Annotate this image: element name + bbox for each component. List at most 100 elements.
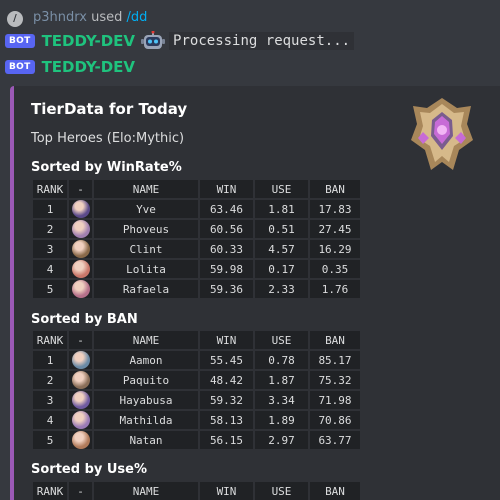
hero-name-cell: Hayabusa: [94, 391, 198, 409]
ban-cell: 75.32: [310, 371, 360, 389]
use-cell: 2.33: [255, 280, 308, 298]
col-ban-header: BAN: [310, 482, 360, 500]
win-cell: 59.32: [200, 391, 253, 409]
col-win-header: WIN: [200, 331, 253, 349]
use-cell: 1.81: [255, 200, 308, 218]
col-name-header: NAME: [94, 180, 198, 198]
bot-message-header-1: BOT TEDDY-DEV Processing request...: [5, 30, 355, 52]
hero-avatar[interactable]: [71, 200, 90, 218]
hero-name-cell: Natan: [94, 431, 198, 449]
table-header-row: RANK - NAME WIN USE BAN: [33, 482, 360, 500]
col-ban-header: BAN: [310, 180, 360, 198]
hero-avatar[interactable]: [71, 351, 90, 369]
hero-avatar[interactable]: [71, 371, 90, 389]
hero-avatar[interactable]: [71, 431, 90, 449]
win-cell: 59.98: [200, 260, 253, 278]
rank-cell: 2: [33, 371, 67, 389]
table-row: 2 Paquito 48.42 1.87 75.32: [33, 371, 360, 389]
ban-cell: 16.29: [310, 240, 360, 258]
hero-avatar-cell: [69, 220, 92, 238]
hero-name-cell: Phoveus: [94, 220, 198, 238]
table-header-row: RANK - NAME WIN USE BAN: [33, 331, 360, 349]
table-header-row: RANK - NAME WIN USE BAN: [33, 180, 360, 198]
hero-name-cell: Lolita: [94, 260, 198, 278]
bot-message-header-2: BOT TEDDY-DEV: [5, 56, 135, 78]
processing-status: Processing request...: [169, 32, 355, 50]
hero-avatar[interactable]: [71, 240, 90, 258]
section-title-ban: Sorted by BAN: [31, 312, 138, 327]
table-row: 3 Clint 60.33 4.57 16.29: [33, 240, 360, 258]
winrate-table: RANK - NAME WIN USE BAN 1 Yve 63.46 1.81 17.…: [31, 178, 362, 300]
table-row: 4 Lolita 59.98 0.17 0.35: [33, 260, 360, 278]
bot-username[interactable]: TEDDY-DEV: [42, 32, 135, 50]
rank-cell: 5: [33, 280, 67, 298]
table-row: 1 Aamon 55.45 0.78 85.17: [33, 351, 360, 369]
hero-name-cell: Clint: [94, 240, 198, 258]
table-row: 5 Rafaela 59.36 2.33 1.76: [33, 280, 360, 298]
col-avatar-header: -: [69, 180, 92, 198]
ban-cell: 85.17: [310, 351, 360, 369]
embed-title: TierData for Today: [31, 100, 188, 118]
ban-cell: 70.86: [310, 411, 360, 429]
col-ban-header: BAN: [310, 331, 360, 349]
use-cell: 0.17: [255, 260, 308, 278]
col-use-header: USE: [255, 331, 308, 349]
col-name-header: NAME: [94, 482, 198, 500]
win-cell: 60.56: [200, 220, 253, 238]
use-cell: 4.57: [255, 240, 308, 258]
hero-name-cell: Paquito: [94, 371, 198, 389]
ban-cell: 17.83: [310, 200, 360, 218]
rank-cell: 2: [33, 220, 67, 238]
hero-name-cell: Aamon: [94, 351, 198, 369]
hero-avatar[interactable]: [71, 220, 90, 238]
reply-command[interactable]: /dd: [127, 10, 148, 25]
table-row: 1 Yve 63.46 1.81 17.83: [33, 200, 360, 218]
use-cell: 1.89: [255, 411, 308, 429]
hero-name-cell: Mathilda: [94, 411, 198, 429]
hero-avatar[interactable]: [71, 280, 90, 298]
mythic-emblem-icon[interactable]: [409, 96, 475, 174]
win-cell: 63.46: [200, 200, 253, 218]
reply-text: p3hndrx used /dd: [33, 10, 147, 25]
rank-cell: 5: [33, 431, 67, 449]
ban-cell: 71.98: [310, 391, 360, 409]
reply-username[interactable]: p3hndrx: [33, 10, 87, 25]
win-cell: 59.36: [200, 280, 253, 298]
win-cell: 60.33: [200, 240, 253, 258]
col-rank-header: RANK: [33, 331, 67, 349]
table-row: 4 Mathilda 58.13 1.89 70.86: [33, 411, 360, 429]
ban-cell: 1.76: [310, 280, 360, 298]
col-win-header: WIN: [200, 180, 253, 198]
bot-badge: BOT: [5, 60, 35, 74]
col-avatar-header: -: [69, 482, 92, 500]
rank-cell: 4: [33, 411, 67, 429]
hero-avatar-cell: [69, 351, 92, 369]
use-cell: 3.34: [255, 391, 308, 409]
robot-icon: [141, 30, 166, 51]
use-cell: 1.87: [255, 371, 308, 389]
use-cell: 2.97: [255, 431, 308, 449]
hero-name-cell: Yve: [94, 200, 198, 218]
col-use-header: USE: [255, 482, 308, 500]
hero-avatar-cell: [69, 391, 92, 409]
hero-avatar[interactable]: [71, 391, 90, 409]
rank-cell: 1: [33, 200, 67, 218]
tierdata-embed: TierData for Today Top Heroes (Elo:Mythi…: [10, 86, 500, 500]
hero-avatar-cell: [69, 260, 92, 278]
hero-avatar-cell: [69, 411, 92, 429]
col-win-header: WIN: [200, 482, 253, 500]
win-cell: 58.13: [200, 411, 253, 429]
hero-avatar[interactable]: [71, 260, 90, 278]
win-cell: 56.15: [200, 431, 253, 449]
table-row: 5 Natan 56.15 2.97 63.77: [33, 431, 360, 449]
ban-cell: 27.45: [310, 220, 360, 238]
col-avatar-header: -: [69, 331, 92, 349]
use-cell: 0.78: [255, 351, 308, 369]
table-row: 2 Phoveus 60.56 0.51 27.45: [33, 220, 360, 238]
rank-cell: 4: [33, 260, 67, 278]
hero-name-cell: Rafaela: [94, 280, 198, 298]
col-rank-header: RANK: [33, 180, 67, 198]
bot-username[interactable]: TEDDY-DEV: [42, 58, 135, 76]
slash-command-icon: /: [7, 11, 23, 27]
hero-avatar[interactable]: [71, 411, 90, 429]
